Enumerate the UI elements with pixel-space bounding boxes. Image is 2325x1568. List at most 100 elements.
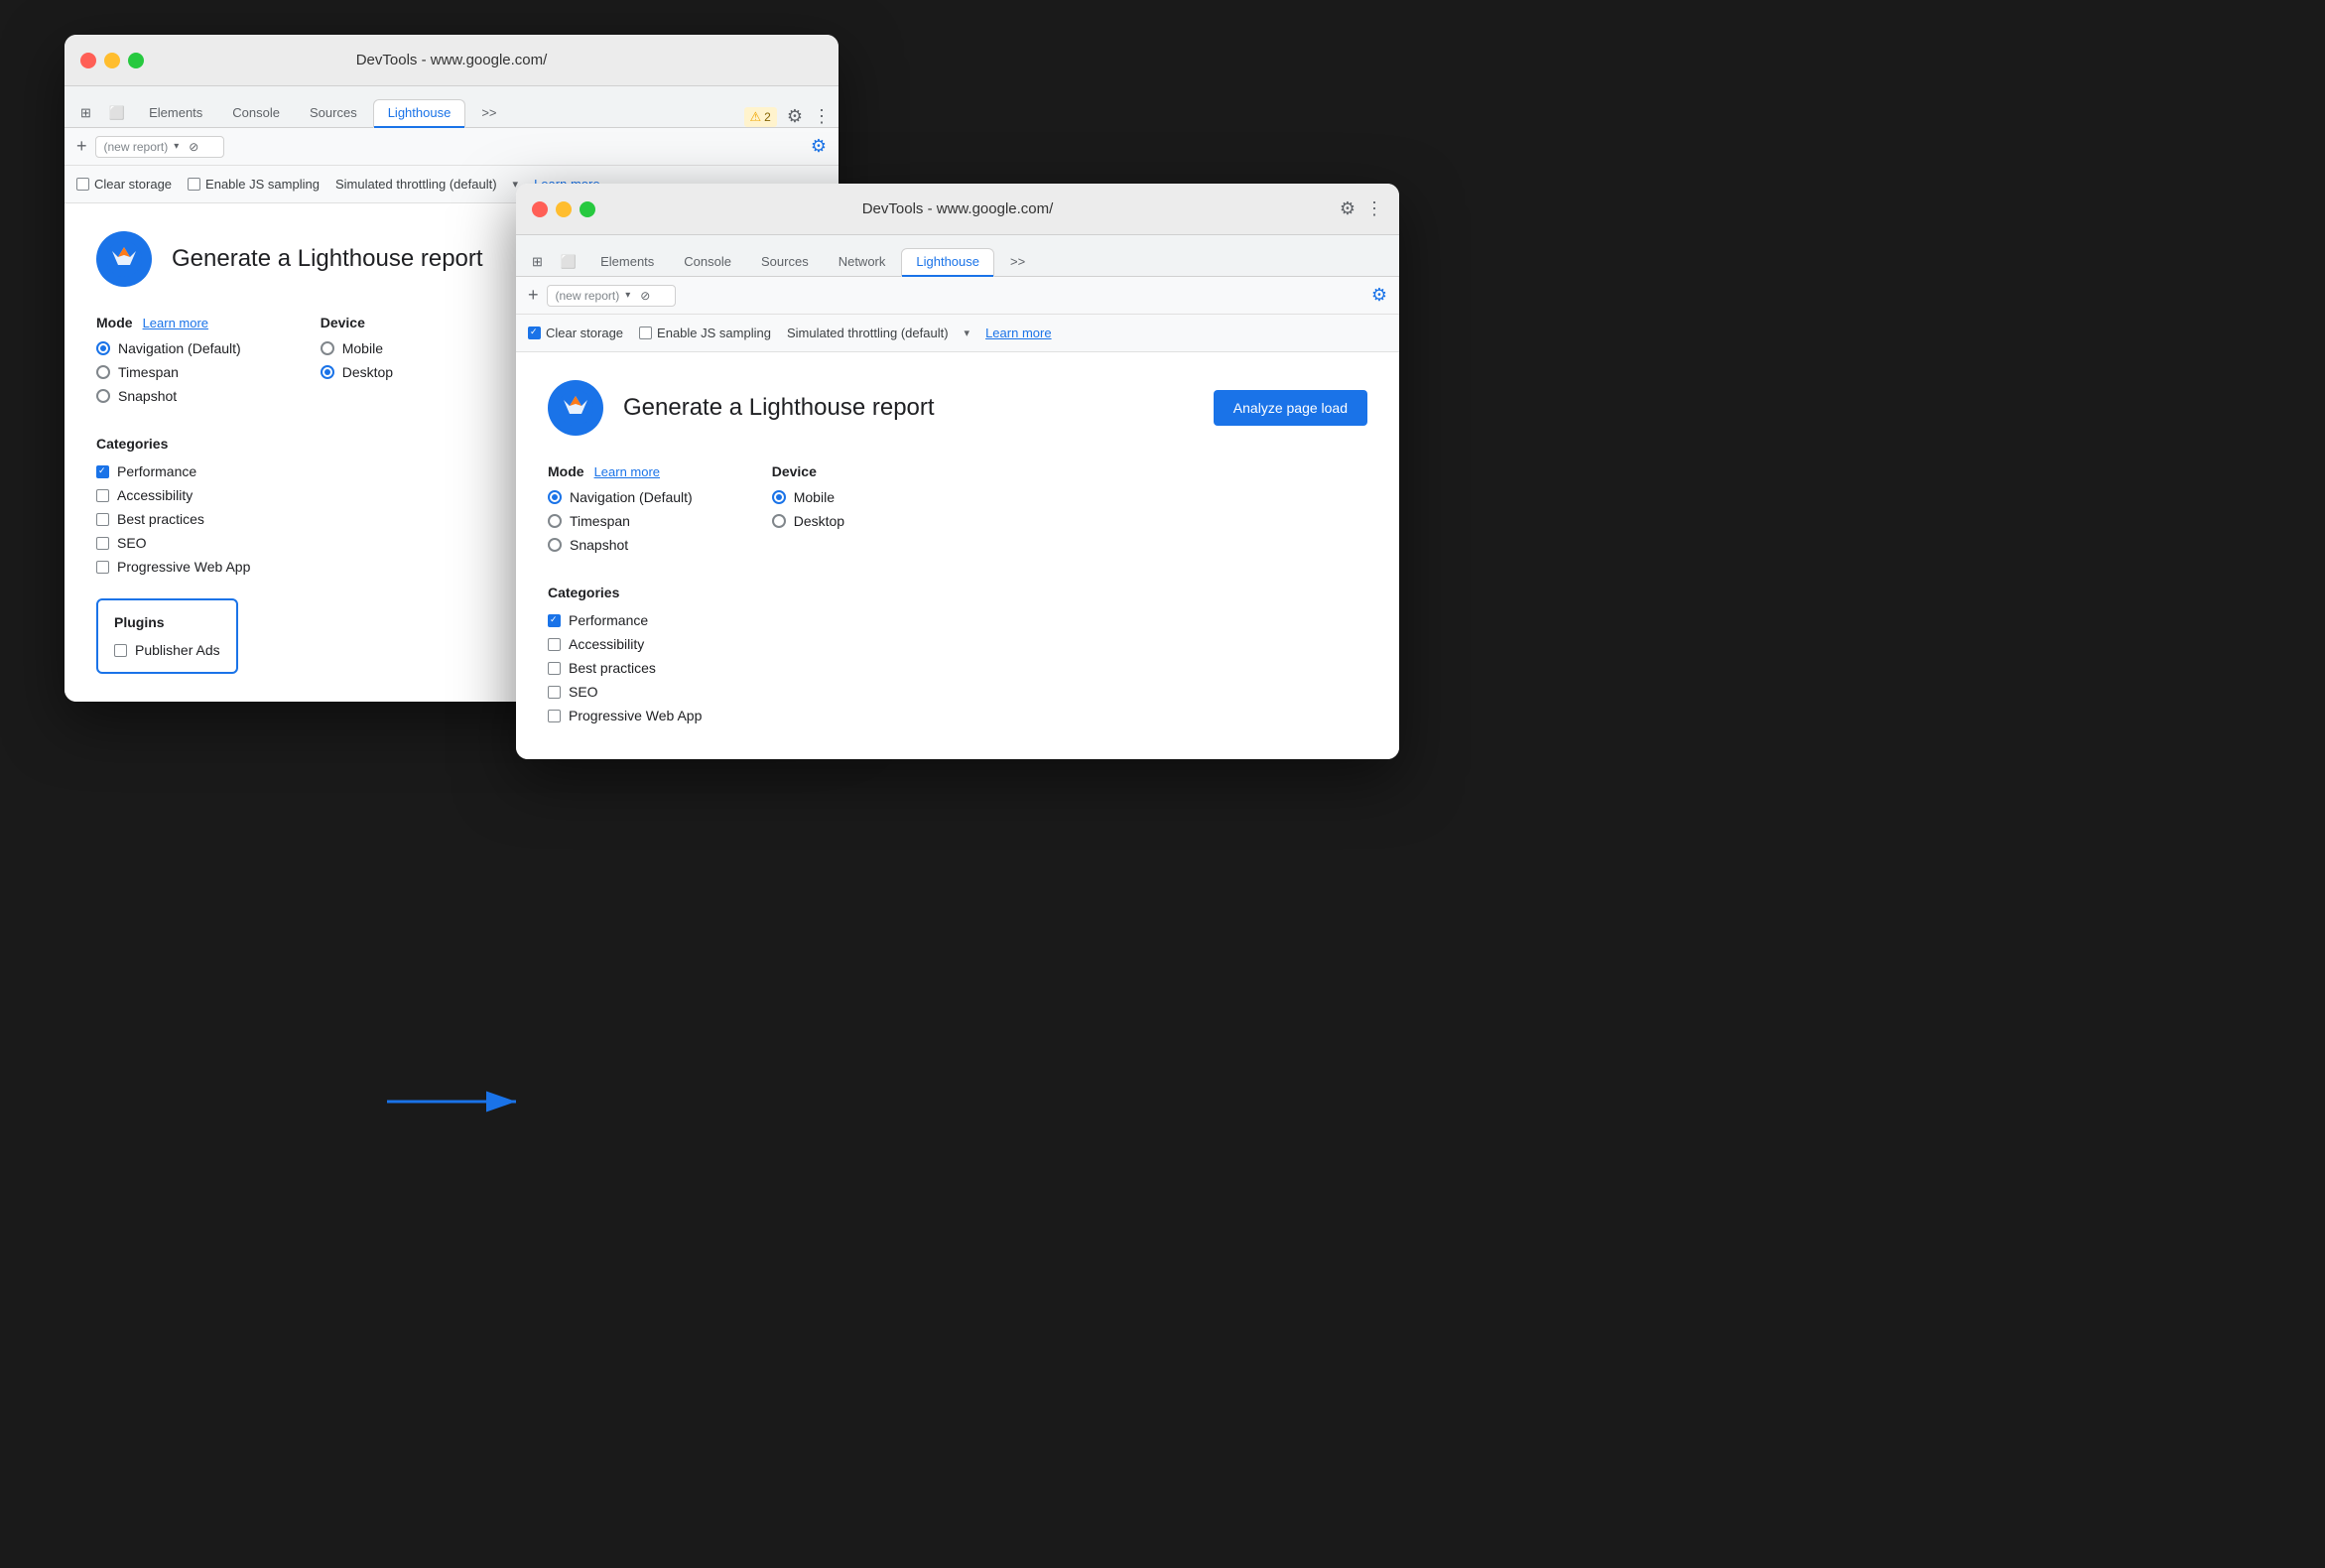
cat-seo-2[interactable]: SEO (548, 684, 1367, 700)
mode-snapshot-radio-2[interactable] (548, 538, 562, 552)
device-mobile-radio-2[interactable] (772, 490, 786, 504)
more-icon-2[interactable]: ⋮ (1365, 198, 1383, 219)
tab-sources-1[interactable]: Sources (296, 100, 371, 127)
mode-snapshot-label-1: Snapshot (118, 388, 177, 404)
tab-more-2[interactable]: >> (996, 249, 1039, 276)
plugin-publisher-ads-checkbox-1[interactable] (114, 644, 127, 657)
mode-navigation-label-2: Navigation (Default) (570, 489, 693, 505)
cat-pwa-checkbox-2[interactable] (548, 710, 561, 722)
cat-accessibility-checkbox-2[interactable] (548, 638, 561, 651)
enable-js-checkbox-2[interactable] (639, 327, 652, 339)
tab-elements-1[interactable]: Elements (135, 100, 216, 127)
mode-snapshot-1[interactable]: Snapshot (96, 388, 241, 404)
warning-icon-1: ⚠ (750, 109, 762, 125)
tab-network-2[interactable]: Network (825, 249, 900, 276)
enable-js-label-2: Enable JS sampling (657, 326, 771, 340)
close-button-1[interactable] (80, 53, 96, 68)
maximize-button-2[interactable] (580, 201, 595, 217)
add-report-icon-1[interactable]: + (76, 136, 87, 157)
cat-best-practices-2[interactable]: Best practices (548, 660, 1367, 676)
clear-storage-checkbox-1[interactable] (76, 178, 89, 191)
clear-storage-checkbox-2[interactable] (528, 327, 541, 339)
device-mobile-radio-1[interactable] (321, 341, 334, 355)
cat-pwa-checkbox-1[interactable] (96, 561, 109, 574)
enable-js-label-1: Enable JS sampling (205, 177, 320, 192)
tab-elements-2[interactable]: Elements (586, 249, 668, 276)
device-mobile-1[interactable]: Mobile (321, 340, 393, 356)
learn-more-link-2[interactable]: Learn more (985, 326, 1051, 340)
add-report-icon-2[interactable]: + (528, 285, 539, 306)
enable-js-option-2[interactable]: Enable JS sampling (639, 326, 771, 340)
cat-seo-checkbox-1[interactable] (96, 537, 109, 550)
mode-navigation-radio-1[interactable] (96, 341, 110, 355)
mode-timespan-1[interactable]: Timespan (96, 364, 241, 380)
cat-pwa-label-2: Progressive Web App (569, 708, 702, 723)
mode-learn-more-1[interactable]: Learn more (143, 316, 208, 330)
cat-performance-2[interactable]: Performance (548, 612, 1367, 628)
titlebar-1: DevTools - www.google.com/ (65, 35, 839, 86)
device-icon-2[interactable]: ⬜ (553, 248, 584, 276)
tab-console-1[interactable]: Console (218, 100, 294, 127)
cat-best-practices-checkbox-1[interactable] (96, 513, 109, 526)
enable-js-checkbox-1[interactable] (188, 178, 200, 191)
plugin-publisher-ads-1[interactable]: Publisher Ads (114, 642, 220, 658)
cancel-icon-1[interactable]: ⊘ (189, 140, 198, 154)
mode-learn-more-2[interactable]: Learn more (594, 464, 660, 479)
mode-label-2: Mode (548, 463, 584, 479)
device-column-2: Device Mobile Desktop (772, 463, 844, 561)
device-desktop-radio-1[interactable] (321, 365, 334, 379)
device-desktop-1[interactable]: Desktop (321, 364, 393, 380)
gear-icon-2[interactable]: ⚙ (1371, 285, 1387, 306)
mode-snapshot-radio-1[interactable] (96, 389, 110, 403)
report-placeholder-2: (new report) (556, 289, 620, 303)
mode-navigation-radio-2[interactable] (548, 490, 562, 504)
report-title-2: Generate a Lighthouse report (623, 394, 935, 422)
tab-sources-2[interactable]: Sources (747, 249, 823, 276)
cat-seo-checkbox-2[interactable] (548, 686, 561, 699)
clear-storage-option-2[interactable]: Clear storage (528, 326, 623, 340)
device-desktop-2[interactable]: Desktop (772, 513, 844, 529)
device-mobile-2[interactable]: Mobile (772, 489, 844, 505)
tab-more-1[interactable]: >> (467, 100, 510, 127)
lighthouse-logo-2 (548, 380, 603, 436)
report-input-2[interactable]: (new report) ▾ ⊘ (547, 285, 676, 307)
cat-performance-checkbox-1[interactable] (96, 465, 109, 478)
device-desktop-radio-2[interactable] (772, 514, 786, 528)
clear-storage-option-1[interactable]: Clear storage (76, 177, 172, 192)
cat-best-practices-label-1: Best practices (117, 511, 204, 527)
cat-accessibility-2[interactable]: Accessibility (548, 636, 1367, 652)
tab-lighthouse-2[interactable]: Lighthouse (901, 248, 994, 277)
device-icon-1[interactable]: ⬜ (101, 99, 133, 127)
cancel-icon-2[interactable]: ⊘ (640, 289, 650, 303)
settings-icon-2[interactable]: ⚙ (1340, 198, 1356, 219)
cat-best-practices-checkbox-2[interactable] (548, 662, 561, 675)
toolbar-1: + (new report) ▾ ⊘ ⚙ (65, 128, 839, 166)
cat-pwa-2[interactable]: Progressive Web App (548, 708, 1367, 723)
close-button-2[interactable] (532, 201, 548, 217)
tab-console-2[interactable]: Console (670, 249, 745, 276)
report-input-1[interactable]: (new report) ▾ ⊘ (95, 136, 224, 158)
cat-performance-checkbox-2[interactable] (548, 614, 561, 627)
mode-timespan-radio-1[interactable] (96, 365, 110, 379)
minimize-button-2[interactable] (556, 201, 572, 217)
settings-icon-1[interactable]: ⚙ (787, 106, 803, 127)
report-placeholder-1: (new report) (104, 140, 169, 154)
maximize-button-1[interactable] (128, 53, 144, 68)
cat-accessibility-checkbox-1[interactable] (96, 489, 109, 502)
more-icon-1[interactable]: ⋮ (813, 106, 831, 127)
inspector-icon-1[interactable]: ⊞ (72, 99, 99, 127)
mode-navigation-2[interactable]: Navigation (Default) (548, 489, 693, 505)
cat-seo-label-1: SEO (117, 535, 147, 551)
cat-seo-label-2: SEO (569, 684, 598, 700)
mode-timespan-2[interactable]: Timespan (548, 513, 693, 529)
enable-js-option-1[interactable]: Enable JS sampling (188, 177, 320, 192)
gear-icon-1[interactable]: ⚙ (811, 136, 827, 157)
mode-timespan-radio-2[interactable] (548, 514, 562, 528)
mode-snapshot-2[interactable]: Snapshot (548, 537, 693, 553)
analyze-button-2[interactable]: Analyze page load (1214, 390, 1367, 426)
inspector-icon-2[interactable]: ⊞ (524, 248, 551, 276)
minimize-button-1[interactable] (104, 53, 120, 68)
throttling-dropdown-icon-2[interactable]: ▾ (965, 327, 970, 339)
mode-navigation-1[interactable]: Navigation (Default) (96, 340, 241, 356)
tab-lighthouse-1[interactable]: Lighthouse (373, 99, 466, 128)
